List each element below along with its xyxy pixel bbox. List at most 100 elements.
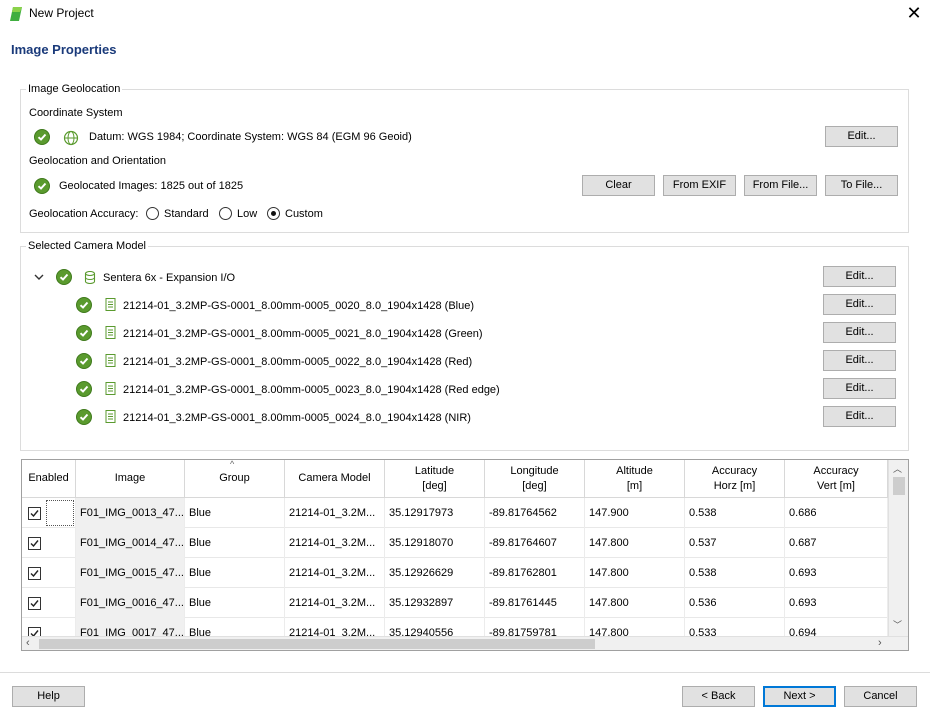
coordinate-system-label: Coordinate System — [29, 107, 123, 119]
cell-lat: 35.12932897 — [385, 588, 485, 618]
scroll-right-icon[interactable]: › — [878, 637, 882, 649]
document-icon — [105, 382, 116, 398]
cell-image: F01_IMG_0014_47... — [76, 528, 185, 558]
cell-vert: 0.687 — [785, 528, 888, 558]
app-icon — [10, 7, 22, 21]
band-edit-button[interactable]: Edit... — [823, 378, 896, 399]
enabled-cell — [22, 588, 76, 618]
geolocated-images-text: Geolocated Images: 1825 out of 1825 — [59, 180, 244, 192]
geolocated-ok-icon — [34, 178, 50, 194]
table-row[interactable]: F01_IMG_0014_47... Blue 21214-01_3.2M... 35… — [22, 528, 888, 558]
document-icon — [105, 298, 116, 314]
cell-camera: 21214-01_3.2M... — [285, 588, 385, 618]
scroll-left-icon[interactable]: ‹ — [26, 637, 30, 649]
col-camera-header[interactable]: Camera Model — [285, 460, 385, 498]
enabled-checkbox[interactable] — [28, 567, 41, 580]
cell-lat: 35.12918070 — [385, 528, 485, 558]
accuracy-standard-label[interactable]: Standard — [164, 208, 209, 220]
band-name: 21214-01_3.2MP-GS-0001_8.00mm-0005_0023_… — [123, 384, 500, 396]
cell-alt: 147.800 — [585, 528, 685, 558]
col-longitude-header[interactable]: Longitude [deg] — [485, 460, 585, 498]
help-button[interactable]: Help — [12, 686, 85, 707]
to-file-button[interactable]: To File... — [825, 175, 898, 196]
cancel-button[interactable]: Cancel — [844, 686, 917, 707]
cell-lon: -89.81761445 — [485, 588, 585, 618]
image-table[interactable]: Enabled Image ^ Group Camera Model Latit… — [21, 459, 909, 651]
cell-alt: 147.900 — [585, 498, 685, 528]
horizontal-scroll-thumb[interactable] — [39, 639, 595, 649]
enabled-checkbox[interactable] — [28, 597, 41, 610]
image-geolocation-legend: Image Geolocation — [26, 83, 123, 95]
cell-camera: 21214-01_3.2M... — [285, 528, 385, 558]
cell-horz: 0.538 — [685, 558, 785, 588]
cell-lat: 35.12917973 — [385, 498, 485, 528]
enabled-checkbox[interactable] — [28, 507, 41, 520]
band-name: 21214-01_3.2MP-GS-0001_8.00mm-0005_0024_… — [123, 412, 471, 424]
cell-group: Blue — [185, 588, 285, 618]
document-icon — [105, 354, 116, 370]
col-acc-horz-header[interactable]: Accuracy Horz [m] — [685, 460, 785, 498]
band-edit-button[interactable]: Edit... — [823, 406, 896, 427]
band-ok-icon — [76, 297, 92, 313]
cell-group: Blue — [185, 498, 285, 528]
accuracy-standard-radio[interactable] — [146, 207, 159, 220]
band-name: 21214-01_3.2MP-GS-0001_8.00mm-0005_0022_… — [123, 356, 473, 368]
table-row[interactable]: F01_IMG_0015_47... Blue 21214-01_3.2M... 35… — [22, 558, 888, 588]
cell-lon: -89.81764562 — [485, 498, 585, 528]
coordinate-system-text: Datum: WGS 1984; Coordinate System: WGS … — [89, 131, 412, 143]
close-icon[interactable]: ✕ — [900, 2, 928, 26]
col-altitude-header[interactable]: Altitude [m] — [585, 460, 685, 498]
band-edit-button[interactable]: Edit... — [823, 294, 896, 315]
vertical-scroll-thumb[interactable] — [893, 477, 905, 495]
accuracy-custom-radio[interactable] — [267, 207, 280, 220]
window-title: New Project — [29, 6, 94, 20]
cell-image: F01_IMG_0013_47... — [76, 498, 185, 528]
horizontal-scrollbar[interactable]: ‹ › — [22, 636, 908, 650]
cell-vert: 0.693 — [785, 558, 888, 588]
accuracy-low-radio[interactable] — [219, 207, 232, 220]
col-latitude-header[interactable]: Latitude [deg] — [385, 460, 485, 498]
table-row[interactable]: F01_IMG_0013_47... Blue 21214-01_3.2M... 35… — [22, 498, 888, 528]
next-button[interactable]: Next > — [763, 686, 836, 707]
cell-group: Blue — [185, 558, 285, 588]
cell-lat: 35.12926629 — [385, 558, 485, 588]
accuracy-custom-label[interactable]: Custom — [285, 208, 323, 220]
enabled-cell — [22, 498, 76, 528]
clear-button[interactable]: Clear — [582, 175, 655, 196]
col-acc-vert-header[interactable]: Accuracy Vert [m] — [785, 460, 888, 498]
cell-image: F01_IMG_0015_47... — [76, 558, 185, 588]
coord-system-edit-button[interactable]: Edit... — [825, 126, 898, 147]
band-edit-button[interactable]: Edit... — [823, 322, 896, 343]
geolocation-orientation-label: Geolocation and Orientation — [29, 155, 166, 167]
table-row[interactable]: F01_IMG_0016_47... Blue 21214-01_3.2M... 35… — [22, 588, 888, 618]
camera-model-legend: Selected Camera Model — [26, 240, 149, 252]
enabled-cell — [22, 558, 76, 588]
cell-horz: 0.537 — [685, 528, 785, 558]
from-file-button[interactable]: From File... — [744, 175, 817, 196]
from-exif-button[interactable]: From EXIF — [663, 175, 736, 196]
chevron-down-icon[interactable] — [33, 272, 45, 285]
col-group-header[interactable]: ^ Group — [185, 460, 285, 498]
enabled-checkbox[interactable] — [28, 537, 41, 550]
geolocation-accuracy-label: Geolocation Accuracy: — [29, 208, 139, 220]
col-enabled-header[interactable]: Enabled — [22, 460, 76, 498]
col-group-label: Group — [219, 472, 250, 484]
col-image-header[interactable]: Image — [76, 460, 185, 498]
back-button[interactable]: < Back — [682, 686, 755, 707]
cell-image: F01_IMG_0016_47... — [76, 588, 185, 618]
focus-rect — [46, 500, 74, 526]
cell-group: Blue — [185, 528, 285, 558]
page-title: Image Properties — [11, 42, 117, 57]
cell-alt: 147.800 — [585, 558, 685, 588]
accuracy-low-label[interactable]: Low — [237, 208, 257, 220]
scroll-up-icon[interactable]: ︿ — [893, 462, 902, 475]
cell-lon: -89.81764607 — [485, 528, 585, 558]
band-edit-button[interactable]: Edit... — [823, 350, 896, 371]
cell-lon: -89.81762801 — [485, 558, 585, 588]
band-ok-icon — [76, 325, 92, 341]
vertical-scrollbar[interactable]: ︿ ﹀ — [888, 460, 908, 636]
scroll-down-icon[interactable]: ﹀ — [893, 618, 902, 631]
band-ok-icon — [76, 381, 92, 397]
camera-edit-button[interactable]: Edit... — [823, 266, 896, 287]
band-ok-icon — [76, 409, 92, 425]
